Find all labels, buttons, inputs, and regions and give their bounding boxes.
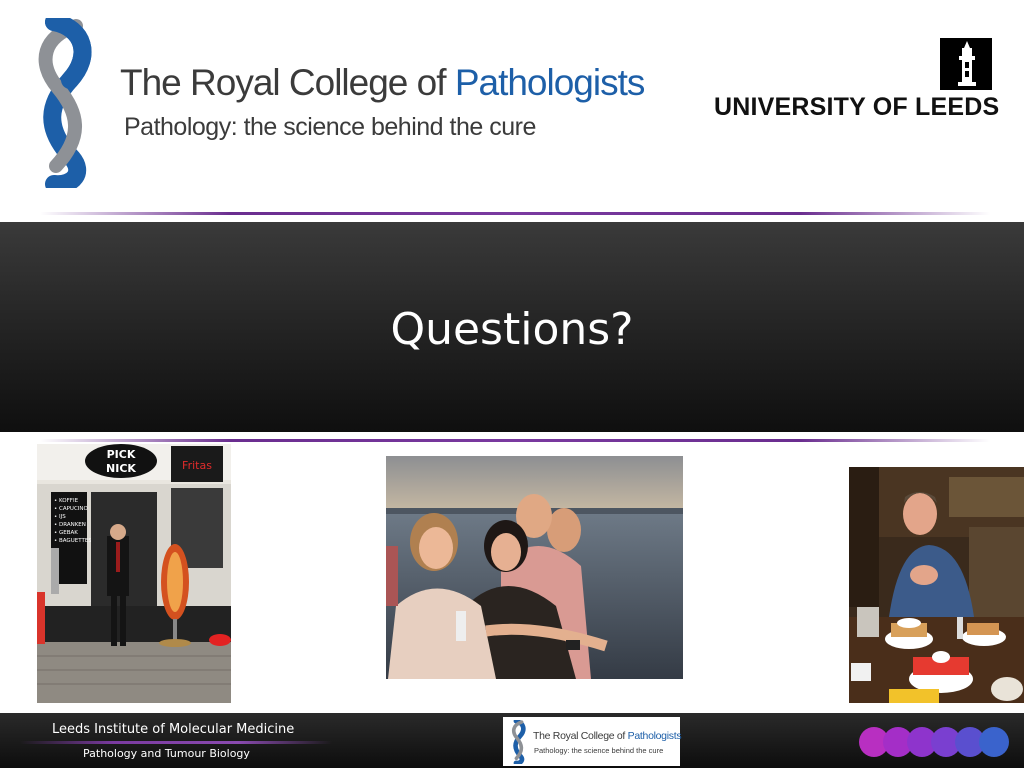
rcp-logo-subtitle: Pathology: the science behind the cure bbox=[124, 113, 536, 141]
photo-shop-front: PICK NICK Fritas • KOFFIE • CAPUCINO • I… bbox=[37, 444, 231, 703]
svg-text:• KOFFIE: • KOFFIE bbox=[54, 498, 79, 504]
footer-rcp-title: The Royal College of Pathologists bbox=[533, 730, 682, 742]
footer-divider bbox=[20, 741, 332, 744]
svg-text:• GEBAK: • GEBAK bbox=[54, 530, 78, 536]
footer-rcp-logo: The Royal College of Pathologists Pathol… bbox=[503, 717, 682, 766]
rcp-helix-logo-icon bbox=[38, 18, 92, 188]
leeds-tower-logo-icon bbox=[940, 38, 992, 90]
cell-microscopy-icon bbox=[859, 727, 1009, 757]
rcp-logo-title: The Royal College of Pathologists bbox=[120, 62, 645, 103]
svg-text:PICK: PICK bbox=[107, 448, 136, 461]
footer-institute-name: Leeds Institute of Molecular Medicine bbox=[52, 722, 295, 737]
footer-rcp-subtitle: Pathology: the science behind the cure bbox=[534, 746, 664, 755]
footer-rcp-helix-icon bbox=[511, 720, 526, 764]
svg-text:• BAGUETTES: • BAGUETTES bbox=[54, 538, 92, 544]
svg-text:NICK: NICK bbox=[106, 462, 136, 475]
group-waterfront-image bbox=[386, 456, 683, 679]
university-of-leeds-logo-text: UNIVERSITY OF LEEDS bbox=[714, 93, 1000, 121]
title-band: Questions? bbox=[0, 222, 1024, 432]
slide-header: The Royal College of Pathologists Pathol… bbox=[0, 0, 1024, 215]
band-divider bbox=[40, 439, 990, 442]
cafe-table-image bbox=[849, 467, 1024, 703]
shop-front-image: PICK NICK Fritas • KOFFIE • CAPUCINO • I… bbox=[37, 444, 231, 703]
photo-cafe-table bbox=[849, 467, 1024, 703]
footer-department-name: Pathology and Tumour Biology bbox=[83, 747, 250, 760]
photo-group-waterfront bbox=[386, 456, 683, 679]
slide-title: Questions? bbox=[390, 304, 634, 355]
fritas-sign: Fritas bbox=[182, 459, 212, 472]
svg-text:• CAPUCINO: • CAPUCINO bbox=[54, 506, 89, 512]
header-divider bbox=[40, 212, 990, 215]
svg-text:• DRANKEN: • DRANKEN bbox=[54, 522, 86, 528]
slide-footer: Leeds Institute of Molecular Medicine Pa… bbox=[0, 713, 1024, 768]
svg-text:• IJS: • IJS bbox=[54, 514, 66, 520]
